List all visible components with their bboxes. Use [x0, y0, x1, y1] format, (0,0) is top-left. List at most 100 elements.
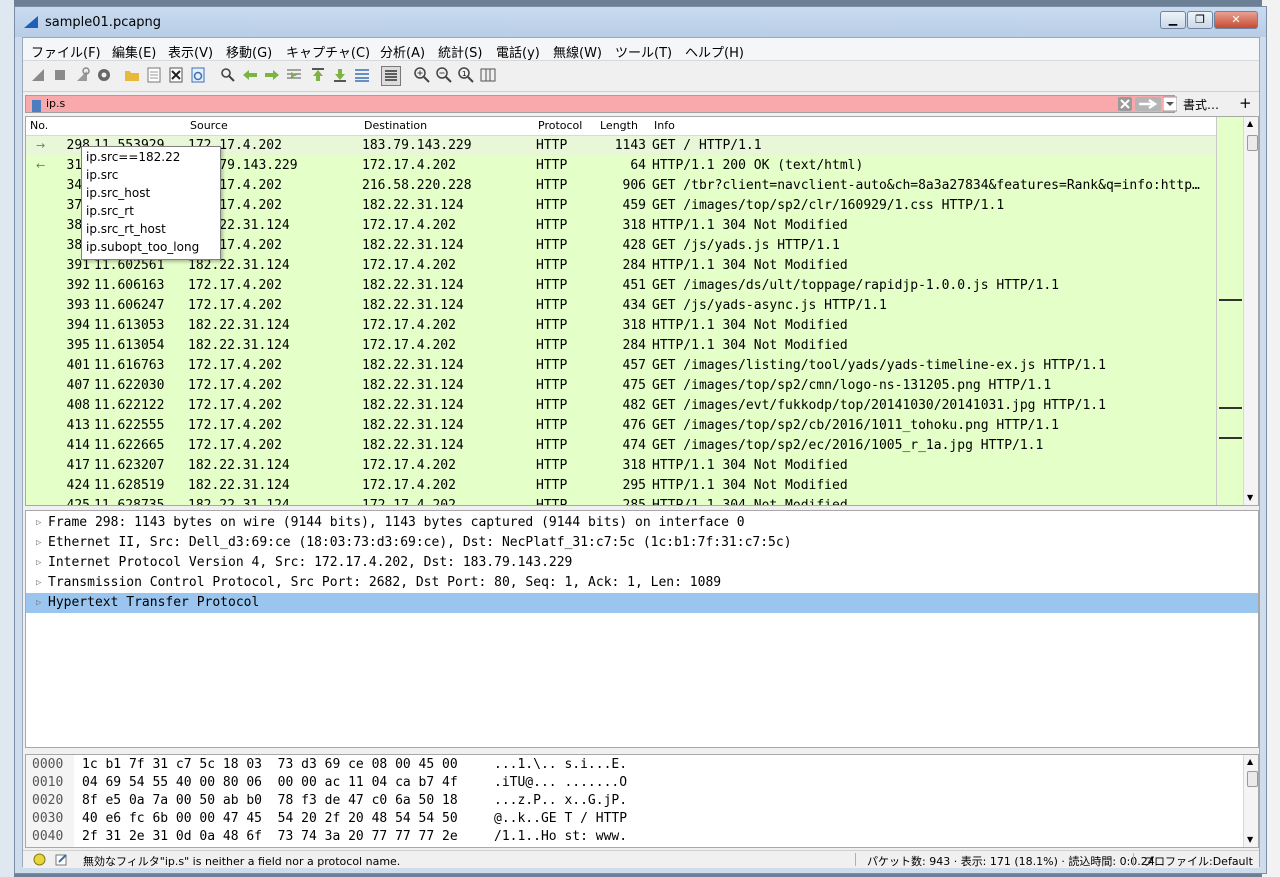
- menu-view[interactable]: 表示(V): [168, 42, 213, 61]
- detail-tree-item[interactable]: ▷ Hypertext Transfer Protocol: [26, 593, 1258, 613]
- suggestion-item[interactable]: ip.src_host: [86, 184, 150, 202]
- scroll-down-icon[interactable]: ▼: [1247, 493, 1253, 502]
- detail-tree-item[interactable]: ▷ Frame 298: 1143 bytes on wire (9144 bit…: [26, 513, 1258, 533]
- filter-history-dropdown-icon[interactable]: [1163, 96, 1177, 112]
- menu-statistics[interactable]: 統計(S): [438, 42, 482, 61]
- expand-arrow-icon[interactable]: ▷: [36, 533, 41, 553]
- find-packet-icon[interactable]: [219, 66, 237, 84]
- packet-row[interactable]: 414 11.622665 172.17.4.202 182.22.31.124 HTT…: [26, 436, 1216, 456]
- suggestion-item[interactable]: ip.src: [86, 166, 118, 184]
- packet-protocol: HTTP: [536, 218, 568, 233]
- menu-edit[interactable]: 編集(E): [112, 42, 156, 61]
- detail-tree-item[interactable]: ▷ Internet Protocol Version 4, Src: 172.1…: [26, 553, 1258, 573]
- resize-columns-icon[interactable]: [479, 66, 497, 84]
- go-last-packet-icon[interactable]: [331, 66, 349, 84]
- packet-list-scrollbar[interactable]: ▲ ▼: [1243, 117, 1258, 505]
- menu-tools[interactable]: ツール(T): [615, 42, 672, 61]
- expand-arrow-icon[interactable]: ▷: [36, 553, 41, 573]
- expand-arrow-icon[interactable]: ▷: [36, 513, 41, 533]
- scroll-up-icon[interactable]: ▲: [1247, 757, 1253, 766]
- go-forward-icon[interactable]: [263, 66, 281, 84]
- packet-row[interactable]: 407 11.622030 172.17.4.202 182.22.31.124 HTT…: [26, 376, 1216, 396]
- menu-capture[interactable]: キャプチャ(C): [286, 42, 370, 61]
- menu-analyze[interactable]: 分析(A): [380, 42, 425, 61]
- go-first-packet-icon[interactable]: [309, 66, 327, 84]
- detail-tree-item[interactable]: ▷ Transmission Control Protocol, Src Port…: [26, 573, 1258, 593]
- column-header-length[interactable]: Length: [600, 119, 638, 132]
- column-header-no[interactable]: No.: [30, 119, 48, 132]
- colorize-icon[interactable]: [381, 66, 401, 86]
- packet-list-header: No. Source Destination Protocol Length I…: [26, 117, 1216, 136]
- add-filter-button[interactable]: +: [1239, 94, 1252, 112]
- column-header-source[interactable]: Source: [190, 119, 228, 132]
- packet-length: 476: [622, 418, 646, 433]
- packet-row[interactable]: 393 11.606247 172.17.4.202 182.22.31.124 HTT…: [26, 296, 1216, 316]
- bytes-hex: 8f e5 0a 7a 00 50 ab b0 78 f3 de 47 c0 6…: [82, 793, 458, 808]
- capture-options-icon[interactable]: [95, 66, 113, 84]
- zoom-in-icon[interactable]: [413, 66, 431, 84]
- go-back-icon[interactable]: [241, 66, 259, 84]
- packet-row[interactable]: 417 11.623207 182.22.31.124 172.17.4.202 HTT…: [26, 456, 1216, 476]
- packet-row[interactable]: 413 11.622555 172.17.4.202 182.22.31.124 HTT…: [26, 416, 1216, 436]
- open-file-icon[interactable]: [123, 66, 141, 84]
- expand-arrow-icon[interactable]: ▷: [36, 573, 41, 593]
- detail-tree-item[interactable]: ▷ Ethernet II, Src: Dell_d3:69:ce (18:03:…: [26, 533, 1258, 553]
- bytes-row[interactable]: 0010 04 69 54 55 40 00 80 06 00 00 ac 11 …: [26, 774, 1226, 792]
- packet-row[interactable]: 425 11.628735 182.22.31.124 172.17.4.202 HTT…: [26, 496, 1216, 505]
- menu-file[interactable]: ファイル(F): [31, 42, 101, 61]
- packet-row[interactable]: 424 11.628519 182.22.31.124 172.17.4.202 HTT…: [26, 476, 1216, 496]
- scroll-down-icon[interactable]: ▼: [1247, 835, 1253, 844]
- zoom-out-icon[interactable]: [435, 66, 453, 84]
- stop-capture-icon[interactable]: [51, 66, 69, 84]
- suggestion-item[interactable]: ip.src==182.22: [86, 148, 180, 166]
- menu-go[interactable]: 移動(G): [226, 42, 272, 61]
- packet-row[interactable]: 392 11.606163 172.17.4.202 182.22.31.124 HTT…: [26, 276, 1216, 296]
- menu-help[interactable]: ヘルプ(H): [685, 42, 744, 61]
- display-filter-input[interactable]: ip.s: [25, 95, 1175, 113]
- menu-telephony[interactable]: 電話(y): [496, 42, 540, 61]
- packet-time: 11.623207: [94, 458, 165, 473]
- profile-label[interactable]: プロファイル:Default: [1143, 853, 1253, 869]
- scroll-thumb[interactable]: [1247, 135, 1258, 151]
- packet-row[interactable]: 395 11.613054 182.22.31.124 172.17.4.202 HTT…: [26, 336, 1216, 356]
- bytes-scrollbar[interactable]: ▲ ▼: [1243, 755, 1258, 847]
- bytes-row[interactable]: 0000 1c b1 7f 31 c7 5c 18 03 73 d3 69 ce …: [26, 756, 1226, 774]
- suggestion-item[interactable]: ip.src_rt_host: [86, 220, 166, 238]
- packet-row[interactable]: 401 11.616763 172.17.4.202 182.22.31.124 HTT…: [26, 356, 1216, 376]
- scroll-thumb[interactable]: [1247, 771, 1258, 787]
- filter-bookmark-icon[interactable]: [32, 100, 41, 112]
- save-file-icon[interactable]: [145, 66, 163, 84]
- expand-arrow-icon[interactable]: ▷: [36, 593, 41, 613]
- column-header-destination[interactable]: Destination: [364, 119, 427, 132]
- filter-expression-button[interactable]: 書式…: [1183, 96, 1219, 113]
- auto-scroll-icon[interactable]: [353, 66, 371, 84]
- zoom-reset-icon[interactable]: 1: [457, 66, 475, 84]
- bytes-row[interactable]: 0040 2f 31 2e 31 0d 0a 48 6f 73 74 3a 20 …: [26, 828, 1226, 846]
- packet-protocol: HTTP: [536, 318, 568, 333]
- bytes-ascii: @..k..GE T / HTTP: [494, 811, 628, 826]
- packet-minimap[interactable]: [1216, 117, 1244, 505]
- maximize-button[interactable]: ❐: [1187, 11, 1213, 29]
- clear-filter-icon[interactable]: [1117, 96, 1133, 112]
- minimize-button[interactable]: ▁: [1160, 11, 1186, 29]
- expert-info-icon[interactable]: [33, 853, 46, 866]
- close-file-icon[interactable]: [167, 66, 185, 84]
- bytes-row[interactable]: 0020 8f e5 0a 7a 00 50 ab b0 78 f3 de 47 …: [26, 792, 1226, 810]
- suggestion-item[interactable]: ip.subopt_too_long: [86, 238, 199, 256]
- scroll-up-icon[interactable]: ▲: [1247, 119, 1253, 128]
- go-to-packet-icon[interactable]: [285, 66, 303, 84]
- restart-capture-icon[interactable]: [73, 66, 91, 84]
- reload-file-icon[interactable]: [189, 66, 207, 84]
- menu-wireless[interactable]: 無線(W): [553, 42, 602, 61]
- packet-row[interactable]: 408 11.622122 172.17.4.202 182.22.31.124 HTT…: [26, 396, 1216, 416]
- apply-filter-icon[interactable]: [1135, 96, 1161, 112]
- packet-row[interactable]: 394 11.613053 182.22.31.124 172.17.4.202 HTT…: [26, 316, 1216, 336]
- column-header-protocol[interactable]: Protocol: [538, 119, 582, 132]
- packet-source: 182.22.31.124: [188, 338, 290, 353]
- bytes-row[interactable]: 0030 40 e6 fc 6b 00 00 47 45 54 20 2f 20 …: [26, 810, 1226, 828]
- capture-comment-icon[interactable]: [55, 853, 68, 866]
- close-button[interactable]: ✕: [1214, 11, 1258, 29]
- suggestion-item[interactable]: ip.src_rt: [86, 202, 134, 220]
- start-capture-icon[interactable]: [29, 66, 47, 84]
- column-header-info[interactable]: Info: [654, 119, 675, 132]
